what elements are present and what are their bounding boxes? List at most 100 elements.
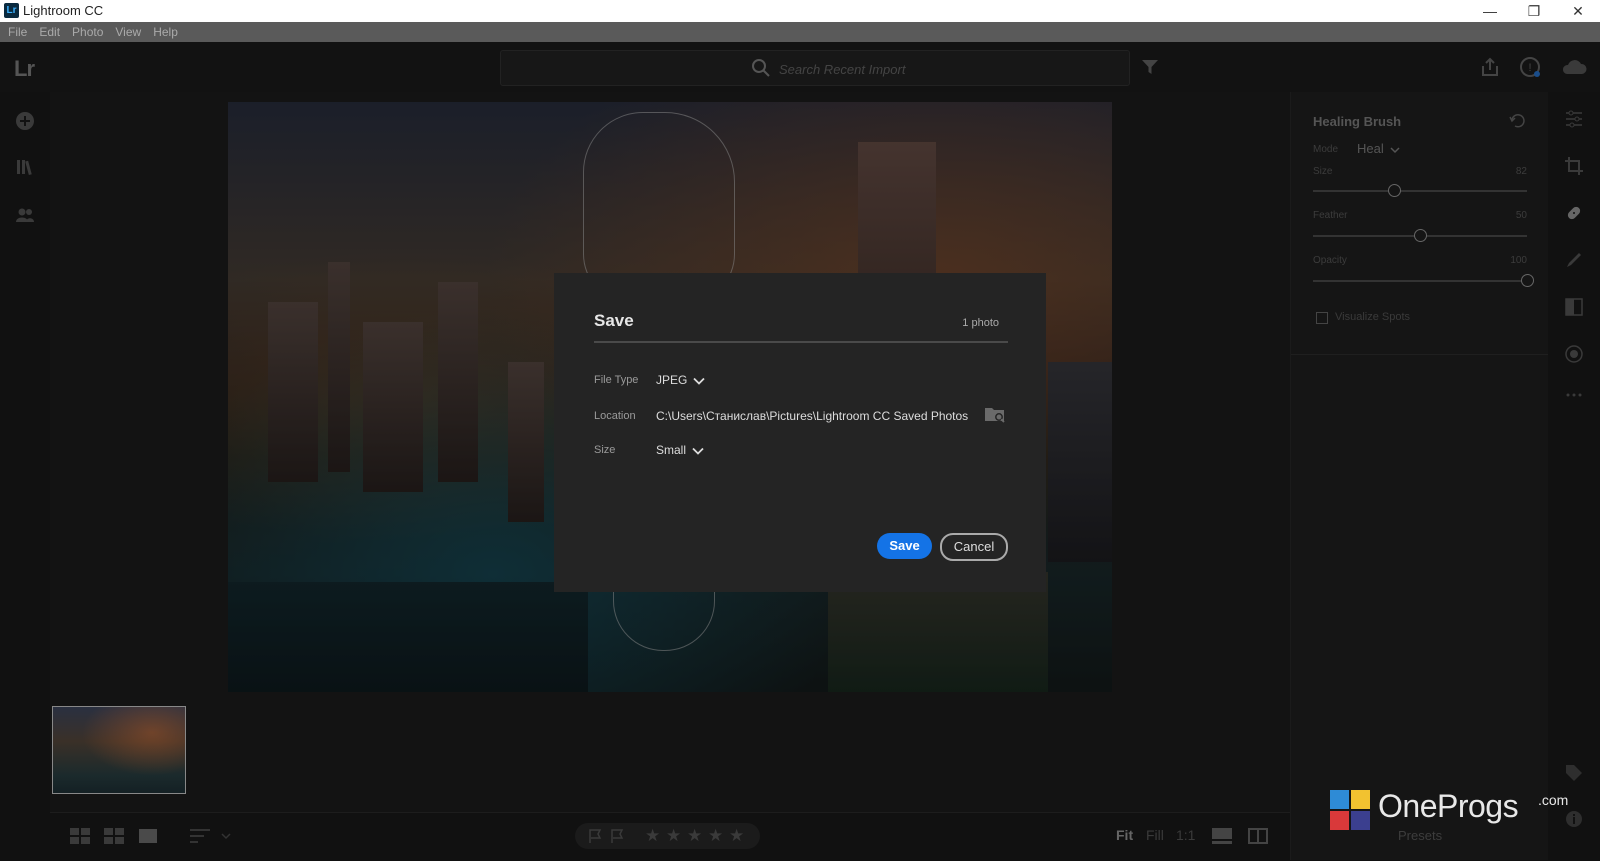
tag-icon[interactable] <box>1563 762 1585 784</box>
watermark-text: OneProgs <box>1378 788 1519 824</box>
search-input[interactable] <box>777 58 1081 80</box>
rating-star-3-icon[interactable]: ★ <box>687 826 702 846</box>
lightroom-app-icon: Lr <box>4 3 19 18</box>
add-photos-icon[interactable] <box>14 110 36 132</box>
zoom-fill-button[interactable]: Fill <box>1146 827 1164 843</box>
filter-icon[interactable] <box>1140 57 1160 77</box>
window-titlebar: Lr Lightroom CC — ❐ ✕ <box>0 0 1600 22</box>
close-button[interactable]: ✕ <box>1556 0 1600 22</box>
chevron-down-icon <box>693 377 705 385</box>
sort-icon[interactable] <box>190 828 210 844</box>
cloud-sync-icon[interactable] <box>1560 56 1588 78</box>
minimize-button[interactable]: — <box>1468 0 1512 22</box>
photo-count: 1 photo <box>962 317 999 329</box>
people-icon[interactable] <box>14 204 36 226</box>
library-icon[interactable] <box>14 156 36 178</box>
oneprogs-logo-icon <box>1330 790 1370 830</box>
dialog-divider <box>594 341 1008 343</box>
svg-text:!: ! <box>1528 62 1531 74</box>
zoom-fit-button[interactable]: Fit <box>1116 827 1133 843</box>
flag-reject-icon[interactable] <box>609 828 625 844</box>
edit-sliders-icon[interactable] <box>1563 108 1585 130</box>
sort-chevron-down-icon[interactable] <box>220 828 232 844</box>
right-tool-rail <box>1548 92 1600 860</box>
opacity-slider[interactable] <box>1313 274 1534 287</box>
flag-pick-icon[interactable] <box>587 828 603 844</box>
share-icon[interactable] <box>1479 56 1501 78</box>
mode-label: Mode <box>1313 144 1339 155</box>
browse-folder-icon[interactable] <box>984 405 1006 423</box>
flag-rating-bar: ★ ★ ★ ★ ★ <box>575 823 760 849</box>
menu-file[interactable]: File <box>0 22 33 42</box>
feather-slider-knob[interactable] <box>1414 229 1427 242</box>
filmstrip-toggle-icon[interactable] <box>1212 828 1232 844</box>
feather-label: Feather <box>1313 210 1348 221</box>
size-slider[interactable] <box>1313 184 1527 197</box>
save-button[interactable]: Save <box>877 533 932 559</box>
restore-button[interactable]: ❐ <box>1512 0 1556 22</box>
feather-slider[interactable] <box>1313 229 1527 242</box>
reset-icon[interactable] <box>1509 114 1527 128</box>
bottom-toolbar: ★ ★ ★ ★ ★ Fit Fill 1:1 <box>50 812 1290 861</box>
crop-icon[interactable] <box>1563 155 1585 177</box>
file-type-label: File Type <box>594 374 639 386</box>
window-title: Lightroom CC <box>23 3 104 18</box>
location-label: Location <box>594 410 636 422</box>
search-icon <box>752 59 770 77</box>
visualize-spots-label: Visualize Spots <box>1335 311 1411 323</box>
chevron-down-icon <box>692 447 704 455</box>
rating-star-5-icon[interactable]: ★ <box>729 826 744 846</box>
presets-button[interactable]: Presets <box>1398 828 1442 843</box>
mode-dropdown[interactable]: Heal <box>1357 141 1400 156</box>
search-box[interactable] <box>500 50 1130 86</box>
rating-star-1-icon[interactable]: ★ <box>645 826 660 846</box>
menu-view[interactable]: View <box>109 22 147 42</box>
photo-grid-view-icon[interactable] <box>104 828 124 844</box>
cancel-button[interactable]: Cancel <box>940 533 1008 561</box>
lightroom-logo: Lr <box>14 56 35 81</box>
detail-view-icon[interactable] <box>138 828 158 844</box>
size-slider-knob[interactable] <box>1388 184 1402 197</box>
menu-edit[interactable]: Edit <box>33 22 66 42</box>
help-icon[interactable]: ! <box>1519 56 1541 78</box>
filmstrip <box>50 700 1290 800</box>
panel-title: Healing Brush <box>1313 114 1402 129</box>
rating-star-2-icon[interactable]: ★ <box>666 826 681 846</box>
healing-brush-panel: Healing Brush Mode Heal Size 82 Feather … <box>1290 92 1549 860</box>
chevron-down-icon <box>1390 147 1400 153</box>
opacity-slider-knob[interactable] <box>1521 274 1534 287</box>
radial-gradient-icon[interactable] <box>1563 343 1585 365</box>
watermark-suffix: .com <box>1538 792 1569 808</box>
panel-divider <box>1291 354 1549 355</box>
opacity-value: 100 <box>1510 255 1527 266</box>
healing-brush-icon[interactable] <box>1563 202 1585 224</box>
size-dropdown[interactable]: Small <box>656 443 704 457</box>
size-value: 82 <box>1515 166 1527 177</box>
photo-thumbnail[interactable] <box>52 706 186 794</box>
linear-gradient-icon[interactable] <box>1563 296 1585 318</box>
size-label: Size <box>594 444 616 456</box>
before-after-icon[interactable] <box>1248 828 1268 844</box>
location-path: C:\Users\Станислав\Pictures\Lightroom CC… <box>656 409 969 423</box>
square-grid-view-icon[interactable] <box>70 828 90 844</box>
rating-star-4-icon[interactable]: ★ <box>708 826 723 846</box>
save-dialog: Save 1 photo File Type JPEG Location C:\… <box>554 273 1046 592</box>
zoom-1to1-button[interactable]: 1:1 <box>1176 827 1195 843</box>
left-nav-rail <box>0 92 50 860</box>
file-type-value: JPEG <box>656 373 688 387</box>
brush-icon[interactable] <box>1563 249 1585 271</box>
menu-bar: File Edit Photo View Help <box>0 22 1600 42</box>
more-icon[interactable] <box>1563 384 1585 406</box>
file-type-dropdown[interactable]: JPEG <box>656 373 705 387</box>
menu-help[interactable]: Help <box>147 22 184 42</box>
oneprogs-watermark: OneProgs .com <box>1330 788 1570 830</box>
visualize-spots-checkbox[interactable] <box>1316 312 1328 324</box>
size-value: Small <box>656 443 687 457</box>
top-toolbar: Lr ! <box>0 42 1600 92</box>
size-label: Size <box>1313 166 1333 177</box>
dialog-title: Save <box>594 311 634 330</box>
opacity-label: Opacity <box>1313 255 1347 266</box>
feather-value: 50 <box>1515 210 1527 221</box>
mode-value: Heal <box>1357 141 1384 156</box>
menu-photo[interactable]: Photo <box>66 22 109 42</box>
